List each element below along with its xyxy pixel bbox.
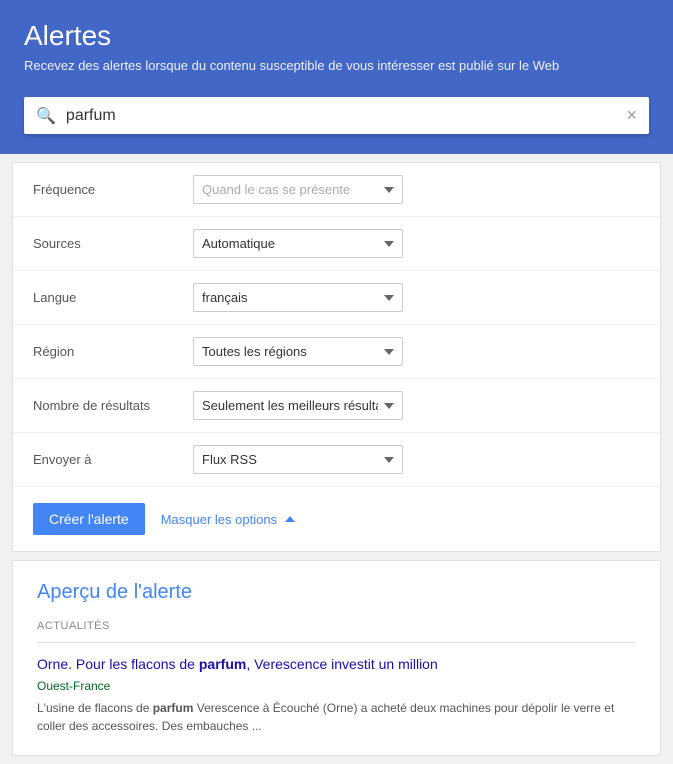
preview-item-title[interactable]: Orne. Pour les flacons de parfum, Veresc…	[37, 655, 636, 675]
preview-title-prefix: Orne. Pour les flacons de	[37, 656, 199, 672]
hide-options-label: Masquer les options	[161, 512, 277, 527]
preview-title-suffix: , Verescence investit un million	[246, 656, 437, 672]
search-input[interactable]	[66, 107, 627, 125]
option-row-region: Région Toutes les régions France Belgiqu…	[13, 325, 660, 379]
create-alert-button[interactable]: Créer l'alerte	[33, 503, 145, 535]
option-row-nombre: Nombre de résultats Seulement les meille…	[13, 379, 660, 433]
search-bar-wrapper: 🔍 ×	[0, 97, 673, 154]
option-select-envoyer[interactable]: Flux RSS Mon adresse e-mail	[193, 445, 403, 474]
preview-card: Aperçu de l'alerte ACTUALITÉS Orne. Pour…	[12, 560, 661, 756]
option-label-nombre: Nombre de résultats	[33, 398, 193, 413]
option-select-nombre[interactable]: Seulement les meilleurs résultats Tous l…	[193, 391, 403, 420]
option-label-envoyer: Envoyer à	[33, 452, 193, 467]
options-card: Fréquence Quand le cas se présente Au pl…	[12, 162, 661, 552]
search-bar: 🔍 ×	[24, 97, 649, 134]
option-row-frequence: Fréquence Quand le cas se présente Au pl…	[13, 163, 660, 217]
snippet-prefix: L'usine de flacons de	[37, 701, 153, 715]
preview-snippet: L'usine de flacons de parfum Verescence …	[37, 699, 636, 735]
option-label-sources: Sources	[33, 236, 193, 251]
preview-title: Aperçu de l'alerte	[37, 581, 636, 604]
preview-item-link[interactable]: Orne. Pour les flacons de parfum, Veresc…	[37, 656, 438, 672]
option-row-sources: Sources Automatique Actualités Blogs Web…	[13, 217, 660, 271]
option-select-frequence[interactable]: Quand le cas se présente Au plus une foi…	[193, 175, 403, 204]
preview-section-label: ACTUALITÉS	[37, 620, 636, 632]
page-subtitle: Recevez des alertes lorsque du contenu s…	[24, 58, 649, 73]
option-row-langue: Langue français anglais allemand espagno…	[13, 271, 660, 325]
option-select-region[interactable]: Toutes les régions France Belgique Suiss…	[193, 337, 403, 366]
search-icon: 🔍	[36, 106, 56, 126]
snippet-keyword: parfum	[153, 701, 194, 715]
option-label-langue: Langue	[33, 290, 193, 305]
preview-divider	[37, 642, 636, 643]
chevron-up-icon	[285, 516, 295, 522]
hide-options-button[interactable]: Masquer les options	[161, 512, 295, 527]
option-select-langue[interactable]: français anglais allemand espagnol	[193, 283, 403, 312]
preview-source: Ouest-France	[37, 679, 636, 693]
option-label-frequence: Fréquence	[33, 182, 193, 197]
preview-title-keyword: parfum	[199, 656, 246, 672]
page-header: Alertes Recevez des alertes lorsque du c…	[0, 0, 673, 97]
search-clear-button[interactable]: ×	[626, 105, 637, 126]
action-row: Créer l'alerte Masquer les options	[13, 487, 660, 551]
option-row-envoyer: Envoyer à Flux RSS Mon adresse e-mail	[13, 433, 660, 487]
page-title: Alertes	[24, 20, 649, 52]
option-select-sources[interactable]: Automatique Actualités Blogs Web Vidéo L…	[193, 229, 403, 258]
option-label-region: Région	[33, 344, 193, 359]
